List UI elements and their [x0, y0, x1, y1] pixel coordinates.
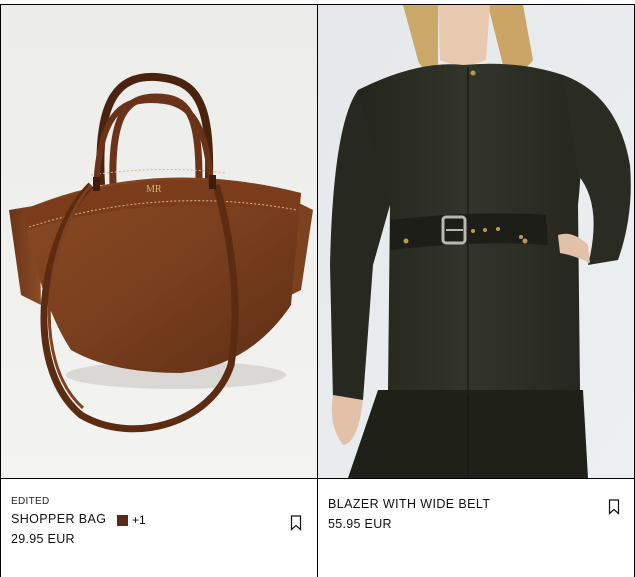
product-image-blazer[interactable]: [318, 5, 634, 478]
product-price: 29.95 EUR: [11, 532, 75, 546]
bookmark-icon[interactable]: [290, 515, 302, 531]
product-price: 55.95 EUR: [328, 517, 392, 531]
svg-text:MR: MR: [146, 184, 162, 195]
bookmark-icon[interactable]: [608, 499, 620, 515]
product-card-shopper-bag[interactable]: MR EDITED SHOPPER BAG +1 29.95 EUR: [1, 5, 317, 577]
more-colors-count: +1: [132, 513, 146, 527]
product-name[interactable]: BLAZER WITH WIDE BELT: [328, 497, 490, 511]
product-name[interactable]: SHOPPER BAG: [11, 512, 106, 526]
edited-tag: EDITED: [11, 496, 50, 507]
product-info-shopper-bag: EDITED SHOPPER BAG +1 29.95 EUR: [1, 479, 317, 577]
color-swatches[interactable]: +1: [117, 513, 146, 527]
product-card-blazer[interactable]: BLAZER WITH WIDE BELT 55.95 EUR: [318, 5, 634, 577]
color-swatch[interactable]: [117, 514, 128, 526]
product-grid: MR EDITED SHOPPER BAG +1 29.95 EUR BLAZE…: [0, 0, 635, 577]
product-image-shopper-bag[interactable]: MR: [1, 5, 317, 478]
product-info-blazer: BLAZER WITH WIDE BELT 55.95 EUR: [318, 479, 634, 577]
